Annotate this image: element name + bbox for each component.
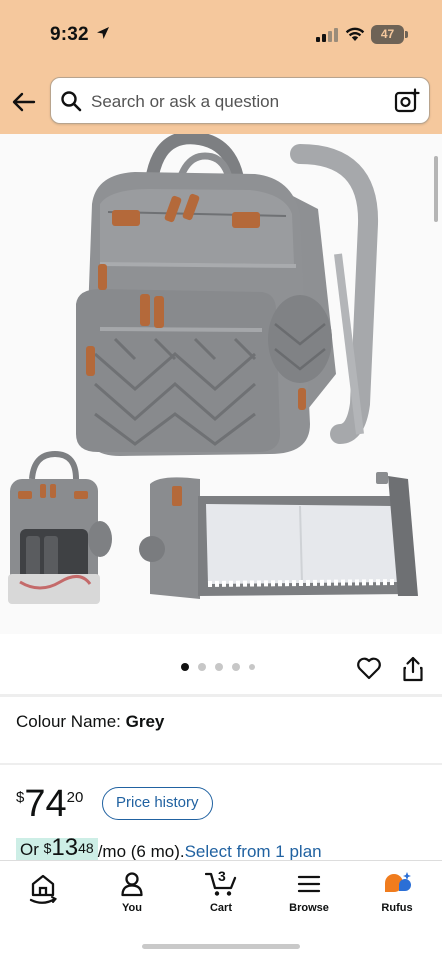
battery-level: 47	[380, 27, 395, 41]
share-icon[interactable]	[401, 655, 425, 683]
pagination-dot[interactable]	[249, 664, 255, 670]
monthly-suffix: /mo (6 mo).	[97, 842, 185, 861]
cart-count-badge: 3	[218, 868, 226, 884]
menu-icon	[297, 875, 321, 893]
colour-value: Grey	[125, 712, 165, 731]
price-fraction: 20	[66, 789, 84, 806]
colour-label: Colour Name:	[16, 712, 121, 731]
search-placeholder: Search or ask a question	[91, 92, 280, 111]
monthly-currency: $	[43, 840, 52, 856]
monthly-whole: 13	[51, 834, 79, 861]
monthly-fraction: 48	[78, 840, 94, 856]
pagination-dot[interactable]	[215, 663, 223, 671]
image-pagination-dots[interactable]	[181, 663, 255, 671]
user-icon	[121, 872, 143, 897]
status-bar: 9:32 47	[0, 0, 442, 70]
section-divider	[0, 763, 442, 765]
camera-search-icon[interactable]	[394, 88, 420, 114]
nav-cart-label: Cart	[209, 902, 232, 914]
wishlist-heart-icon[interactable]	[356, 655, 382, 681]
price-whole: 74	[24, 783, 67, 825]
location-arrow-icon	[97, 27, 109, 39]
backpack-main-image	[76, 134, 379, 456]
wifi-icon	[345, 27, 365, 41]
backpack-bed-mode-image	[139, 472, 418, 599]
rufus-assistant-icon	[385, 872, 411, 892]
nav-home[interactable]	[8, 871, 78, 910]
product-image	[8, 134, 418, 604]
backpack-open-inset-image	[8, 450, 112, 604]
search-icon	[61, 91, 82, 112]
monthly-prefix: Or	[20, 840, 44, 859]
image-scrollbar[interactable]	[434, 156, 438, 222]
product-image-gallery[interactable]	[0, 134, 442, 634]
status-time: 9:32	[50, 24, 89, 45]
nav-cart[interactable]: 3 Cart	[186, 868, 256, 914]
section-divider	[0, 694, 442, 697]
pagination-dot[interactable]	[198, 663, 206, 671]
colour-name-row: Colour Name: Grey	[16, 712, 164, 732]
nav-rufus-label: Rufus	[381, 902, 413, 914]
top-header: 9:32 47 Search or ask a question	[0, 0, 442, 134]
battery-indicator: 47	[371, 25, 408, 44]
nav-you[interactable]: You	[97, 871, 167, 914]
select-plan-link[interactable]: Select from 1 plan	[185, 842, 322, 862]
nav-browse[interactable]: Browse	[274, 871, 344, 914]
home-icon	[29, 874, 58, 904]
home-indicator[interactable]	[142, 944, 300, 949]
nav-browse-label: Browse	[289, 902, 329, 914]
price-currency: $	[16, 789, 25, 806]
search-input[interactable]: Search or ask a question	[50, 77, 430, 124]
back-arrow-icon[interactable]	[10, 88, 38, 116]
nav-you-label: You	[122, 902, 142, 914]
price-history-button[interactable]: Price history	[102, 787, 213, 820]
pagination-dot[interactable]	[181, 663, 189, 671]
pagination-dot[interactable]	[232, 663, 240, 671]
product-price: $ 74 20	[16, 784, 83, 824]
nav-rufus[interactable]: Rufus	[362, 871, 432, 914]
cellular-signal-icon	[316, 28, 338, 42]
